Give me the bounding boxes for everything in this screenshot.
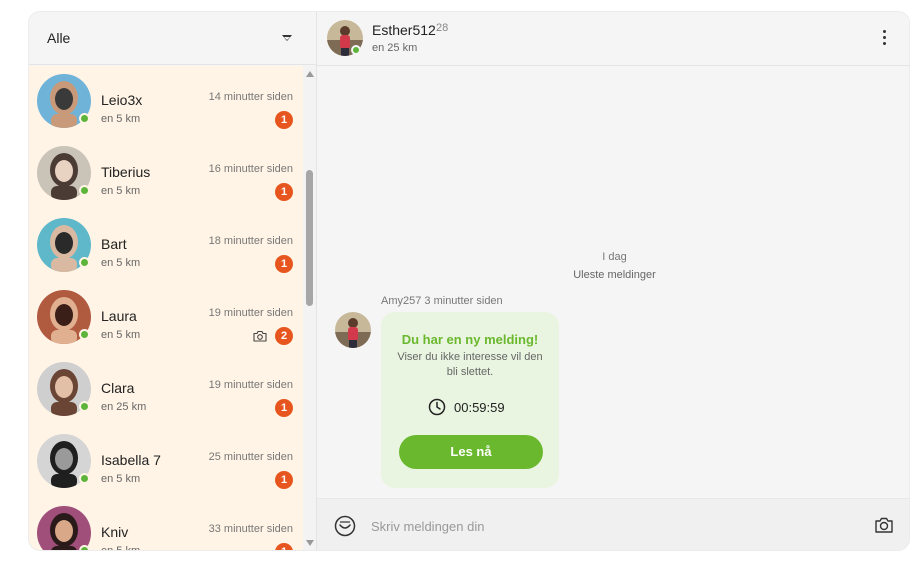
chat-age: 28 [436, 22, 449, 34]
chat-name: Esther512 [372, 22, 436, 38]
conversation-name: Bart [101, 236, 127, 252]
online-indicator [79, 329, 90, 340]
emoji-icon[interactable] [334, 515, 356, 537]
conversation-panel: Alle Leio3x en 5 km 14 minutter siden 1 Tibe… [29, 12, 316, 551]
conversation-time: 14 minutter siden [208, 91, 293, 103]
conversation-item[interactable]: Bart en 5 km 18 minutter siden 1 [29, 210, 303, 282]
conversation-item[interactable]: Laura en 5 km 19 minutter siden 2 [29, 282, 303, 354]
message-input[interactable] [371, 516, 851, 536]
unread-badge: 1 [275, 543, 293, 550]
online-indicator [79, 113, 90, 124]
conversation-time: 18 minutter siden [208, 235, 293, 247]
unread-badge: 1 [275, 111, 293, 129]
clock-icon [428, 398, 446, 416]
conversation-distance: en 5 km [101, 113, 141, 125]
unread-badge: 1 [275, 399, 293, 417]
online-indicator [79, 473, 90, 484]
timer-value: 00:59:59 [454, 399, 505, 415]
conversation-name: Laura [101, 308, 137, 324]
unread-badge: 1 [275, 183, 293, 201]
conversation-name: Leio3x [101, 92, 143, 108]
card-subtitle: Viser du ikke interesse vil den bli slet… [397, 351, 543, 378]
conversation-name: Kniv [101, 524, 129, 540]
unread-badge: 1 [275, 471, 293, 489]
conversation-name: Tiberius [101, 164, 151, 180]
conversation-item[interactable]: Clara en 25 km 19 minutter siden 1 [29, 354, 303, 426]
conversation-time: 19 minutter siden [208, 307, 293, 319]
photo-icon [253, 330, 267, 342]
online-indicator [79, 185, 90, 196]
read-now-button[interactable]: Les nå [399, 435, 543, 469]
conversation-distance: en 5 km [101, 545, 141, 551]
online-indicator [79, 401, 90, 412]
conversation-distance: en 25 km [101, 401, 147, 413]
message-composer [317, 498, 909, 550]
conversation-list: Leio3x en 5 km 14 minutter siden 1 Tiberius e… [29, 66, 303, 551]
conversation-time: 33 minutter siden [208, 523, 293, 535]
scroll-down-arrow-icon[interactable] [306, 540, 314, 546]
conversation-time: 16 minutter siden [208, 163, 293, 175]
conversation-time: 19 minutter siden [208, 379, 293, 391]
messenger-window: Alle Leio3x en 5 km 14 minutter siden 1 Tibe… [28, 11, 910, 551]
chat-distance: en 25 km [372, 42, 418, 54]
conversation-distance: en 5 km [101, 329, 141, 341]
online-indicator [79, 545, 90, 550]
conversation-time: 25 minutter siden [208, 451, 293, 463]
scroll-thumb[interactable] [306, 170, 313, 306]
countdown-timer: 00:59:59 [428, 398, 505, 416]
more-options-icon[interactable] [878, 30, 890, 48]
conversation-distance: en 5 km [101, 473, 141, 485]
conversation-item[interactable]: Leio3x en 5 km 14 minutter siden 1 [29, 66, 303, 138]
unread-badge: 2 [275, 327, 293, 345]
online-indicator [351, 45, 361, 55]
filter-dropdown[interactable]: Alle [29, 12, 316, 65]
scroll-up-arrow-icon[interactable] [306, 71, 314, 77]
chat-header: Esther512 28 en 25 km [317, 12, 909, 66]
unread-badge: 1 [275, 255, 293, 273]
online-indicator [79, 257, 90, 268]
filter-label: Alle [47, 30, 71, 46]
message-avatar[interactable] [335, 312, 371, 348]
camera-icon[interactable] [874, 516, 894, 534]
new-message-card: Du har en ny melding! Viser du ikke inte… [381, 312, 559, 488]
scrollbar[interactable] [303, 66, 316, 550]
message-sender: Amy257 3 minutter siden [381, 295, 503, 307]
conversation-item[interactable]: Isabella 7 en 5 km 25 minutter siden 1 [29, 426, 303, 498]
conversation-item[interactable]: Tiberius en 5 km 16 minutter siden 1 [29, 138, 303, 210]
day-separator: I dag [602, 251, 627, 263]
conversation-distance: en 5 km [101, 185, 141, 197]
conversation-name: Clara [101, 380, 135, 396]
card-title: Du har en ny melding! [401, 332, 539, 347]
conversation-item[interactable]: Kniv en 5 km 33 minutter siden 1 [29, 498, 303, 551]
chat-panel: Esther512 28 en 25 km I dag Uleste meldi… [316, 12, 909, 550]
caret-down-icon [282, 35, 292, 41]
unread-separator: Uleste meldinger [573, 269, 656, 281]
conversation-name: Isabella 7 [101, 452, 161, 468]
conversation-distance: en 5 km [101, 257, 141, 269]
